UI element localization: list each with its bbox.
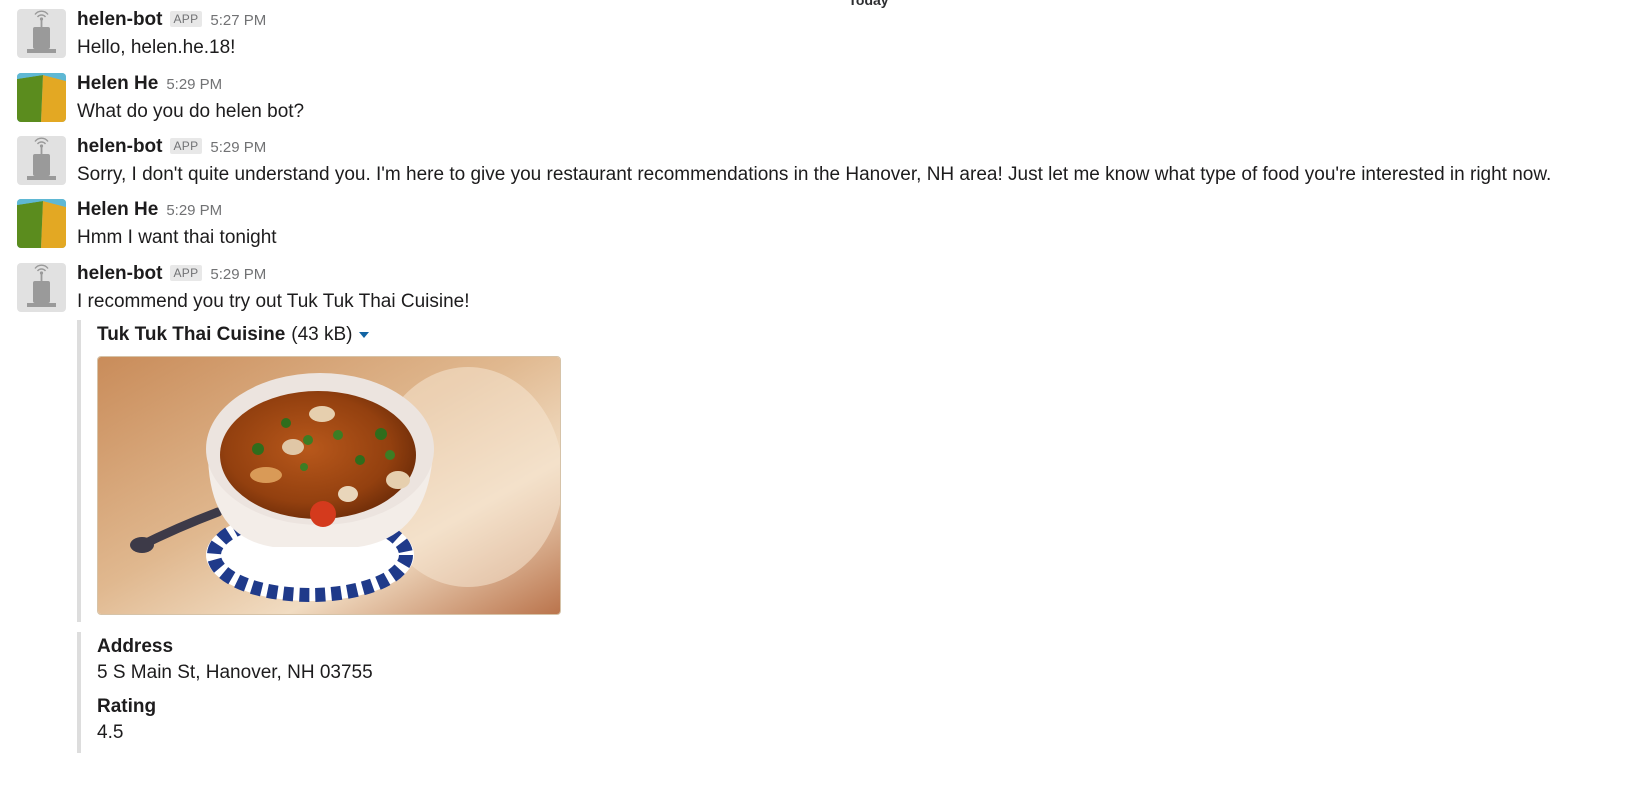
field-title-rating: Rating xyxy=(97,696,157,717)
message-text: I recommend you try out Tuk Tuk Thai Cui… xyxy=(77,291,470,312)
message: helen-bot APP 5:29 PM Sorry, I don't qui… xyxy=(17,136,1647,200)
restaurant-details: Address 5 S Main St, Hanover, NH 03755 R… xyxy=(77,632,677,753)
food-photo[interactable] xyxy=(97,356,561,615)
sender-name[interactable]: helen-bot xyxy=(77,263,163,285)
field-value-address: 5 S Main St, Hanover, NH 03755 xyxy=(97,662,373,683)
sender-name[interactable]: helen-bot xyxy=(77,9,163,31)
day-divider: Today xyxy=(848,0,889,8)
timestamp[interactable]: 5:29 PM xyxy=(166,76,222,93)
message-text: Hello, helen.he.18! xyxy=(77,37,236,58)
field-title-address: Address xyxy=(97,636,174,657)
timestamp[interactable]: 5:29 PM xyxy=(210,139,266,156)
sender-name[interactable]: Helen He xyxy=(77,199,158,221)
chevron-down-icon[interactable] xyxy=(358,332,369,338)
timestamp[interactable]: 5:29 PM xyxy=(166,202,222,219)
app-badge: APP xyxy=(169,265,203,281)
attachment-title[interactable]: Tuk Tuk Thai Cuisine xyxy=(97,320,285,350)
app-badge: APP xyxy=(169,11,203,27)
app-badge: APP xyxy=(169,138,203,154)
message-text: Sorry, I don't quite understand you. I'm… xyxy=(77,164,1552,185)
timestamp[interactable]: 5:27 PM xyxy=(210,12,266,29)
message: Helen He 5:29 PM What do you do helen bo… xyxy=(17,73,1647,137)
message: Helen He 5:29 PM Hmm I want thai tonight xyxy=(17,199,1647,263)
sender-name[interactable]: helen-bot xyxy=(77,136,163,158)
bot-avatar-icon[interactable] xyxy=(17,136,66,185)
user-avatar[interactable] xyxy=(17,199,66,248)
sender-name[interactable]: Helen He xyxy=(77,73,158,95)
user-avatar[interactable] xyxy=(17,73,66,122)
attachment-size: (43 kB) xyxy=(291,324,353,345)
message: helen-bot APP 5:29 PM I recommend you tr… xyxy=(17,263,1647,327)
image-attachment: Tuk Tuk Thai Cuisine (43 kB) xyxy=(77,320,677,622)
bot-avatar-icon[interactable] xyxy=(17,263,66,312)
message: helen-bot APP 5:27 PM Hello, helen.he.18… xyxy=(17,9,1647,73)
timestamp[interactable]: 5:29 PM xyxy=(210,266,266,283)
field-value-rating: 4.5 xyxy=(97,722,124,743)
bot-avatar-icon[interactable] xyxy=(17,9,66,58)
message-text: Hmm I want thai tonight xyxy=(77,227,277,248)
message-text: What do you do helen bot? xyxy=(77,101,305,122)
